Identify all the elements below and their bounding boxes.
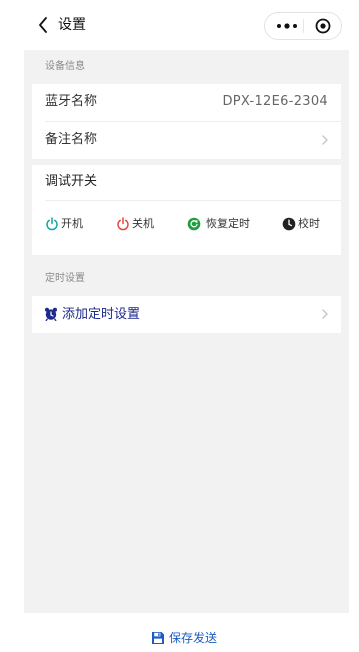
- more-button[interactable]: [275, 19, 299, 33]
- add-timer-row[interactable]: 添加定时设置: [32, 296, 341, 333]
- power-off-icon: [117, 217, 129, 231]
- chevron-right-icon: [322, 135, 328, 145]
- restore-timer-icon: [187, 217, 201, 231]
- chevron-left-icon: [39, 17, 47, 33]
- power-off-button[interactable]: 关机: [116, 215, 154, 233]
- add-timer-label: 添加定时设置: [62, 307, 141, 322]
- power-on-icon: [46, 217, 58, 231]
- card-divider: [45, 200, 341, 201]
- remark-name-label: 备注名称: [45, 132, 98, 147]
- page-title: 设置: [58, 17, 86, 33]
- save-send-label: 保存发送: [169, 631, 218, 645]
- settings-page: 设置 设备信息 蓝牙名称 DPX-12E6-2304 备注名称 调试开关 开机 …: [24, 0, 349, 613]
- back-button[interactable]: [34, 16, 52, 34]
- save-send-button[interactable]: 保存发送: [151, 630, 217, 646]
- nav-bar: 设置: [24, 0, 349, 50]
- remark-name-row[interactable]: 备注名称: [32, 122, 341, 159]
- section-label-device-info: 设备信息: [45, 61, 85, 72]
- bluetooth-name-row: 蓝牙名称 DPX-12E6-2304: [32, 84, 341, 121]
- section-label-timer: 定时设置: [45, 273, 85, 284]
- target-circle-icon: [315, 18, 331, 34]
- more-dots-icon: [277, 23, 297, 29]
- calibrate-time-label: 校时: [298, 217, 320, 230]
- calibrate-time-button[interactable]: 校时: [282, 215, 320, 233]
- debug-switch-card: 调试开关: [32, 165, 341, 255]
- debug-switch-title: 调试开关: [45, 174, 98, 189]
- device-info-card: 蓝牙名称 DPX-12E6-2304 备注名称: [32, 84, 341, 159]
- close-button[interactable]: [315, 18, 331, 34]
- alarm-clock-icon: [45, 307, 57, 321]
- bluetooth-name-label: 蓝牙名称: [45, 94, 98, 109]
- chevron-right-icon: [322, 309, 328, 319]
- capsule-divider: [303, 19, 304, 33]
- bluetooth-name-value: DPX-12E6-2304: [222, 94, 328, 109]
- calibrate-time-icon: [282, 217, 296, 231]
- restore-timer-label: 恢复定时: [206, 217, 250, 230]
- floppy-disk-icon: [152, 632, 164, 644]
- power-on-label: 开机: [61, 217, 83, 230]
- mini-program-capsule: [264, 12, 342, 40]
- restore-timer-button[interactable]: 恢复定时: [187, 215, 250, 233]
- power-on-button[interactable]: 开机: [45, 215, 83, 233]
- power-off-label: 关机: [132, 217, 154, 230]
